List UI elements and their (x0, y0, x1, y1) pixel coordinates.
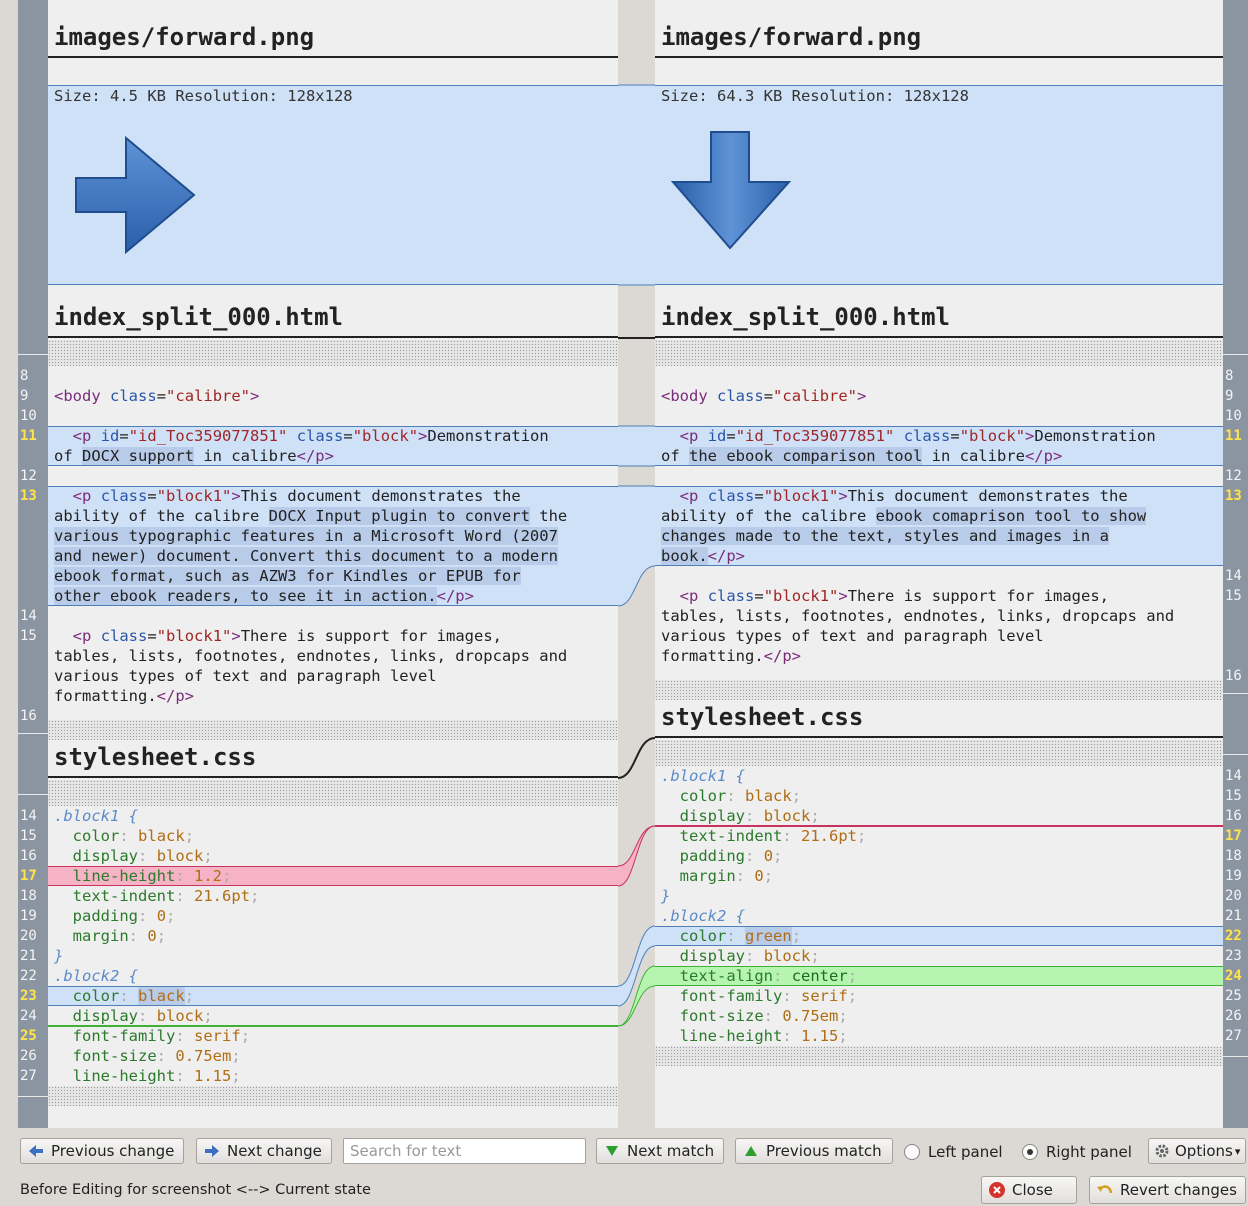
undo-icon (1096, 1181, 1114, 1199)
right-line-number-gutter: 8 9 10 11 12 13 14 15 16 14 15 16 17 18 … (1223, 0, 1248, 1128)
options-button[interactable]: Options ▾ (1148, 1138, 1246, 1164)
right-file-header-css: stylesheet.css (655, 700, 1223, 738)
next-change-button[interactable]: Next change (196, 1138, 332, 1164)
left-file-header-image: images/forward.png (48, 20, 618, 58)
gear-icon (1153, 1142, 1171, 1160)
left-image-info: Size: 4.5 KB Resolution: 128x128 (54, 87, 353, 105)
previous-match-button[interactable]: Previous match (735, 1138, 893, 1164)
radio-checked-icon (1022, 1144, 1038, 1160)
diff-connectors (618, 84, 655, 1027)
left-file-header-css: stylesheet.css (48, 740, 618, 778)
previous-change-button[interactable]: Previous change (20, 1138, 184, 1164)
arrow-left-icon (27, 1142, 45, 1160)
left-file-header-html: index_split_000.html (48, 300, 618, 338)
triangle-down-icon (603, 1142, 621, 1160)
left-panel-radio[interactable]: Left panel (904, 1143, 1003, 1161)
right-arrow-icon (75, 135, 196, 255)
next-match-button[interactable]: Next match (596, 1138, 724, 1164)
radio-unchecked-icon (904, 1144, 920, 1160)
left-line-number-gutter: 8 9 10 11 12 13 14 15 16 14 15 16 17 18 … (18, 0, 48, 1128)
arrow-right-icon (203, 1142, 221, 1160)
triangle-up-icon (742, 1142, 760, 1160)
right-diff-panel[interactable]: images/forward.png Size: 64.3 KB Resolut… (655, 0, 1223, 1128)
search-input[interactable]: Search for text (343, 1138, 586, 1164)
revert-changes-button[interactable]: Revert changes (1089, 1176, 1246, 1204)
right-image-info: Size: 64.3 KB Resolution: 128x128 (661, 87, 969, 105)
right-file-header-image: images/forward.png (655, 20, 1223, 58)
chevron-down-icon: ▾ (1234, 1144, 1241, 1158)
close-button[interactable]: Close (981, 1176, 1077, 1204)
down-arrow-icon (670, 131, 792, 250)
status-text: Before Editing for screenshot <--> Curre… (20, 1182, 371, 1198)
close-icon (988, 1181, 1006, 1199)
right-panel-radio[interactable]: Right panel (1022, 1143, 1132, 1161)
left-diff-panel[interactable]: images/forward.png Size: 4.5 KB Resoluti… (48, 0, 618, 1128)
right-file-header-html: index_split_000.html (655, 300, 1223, 338)
